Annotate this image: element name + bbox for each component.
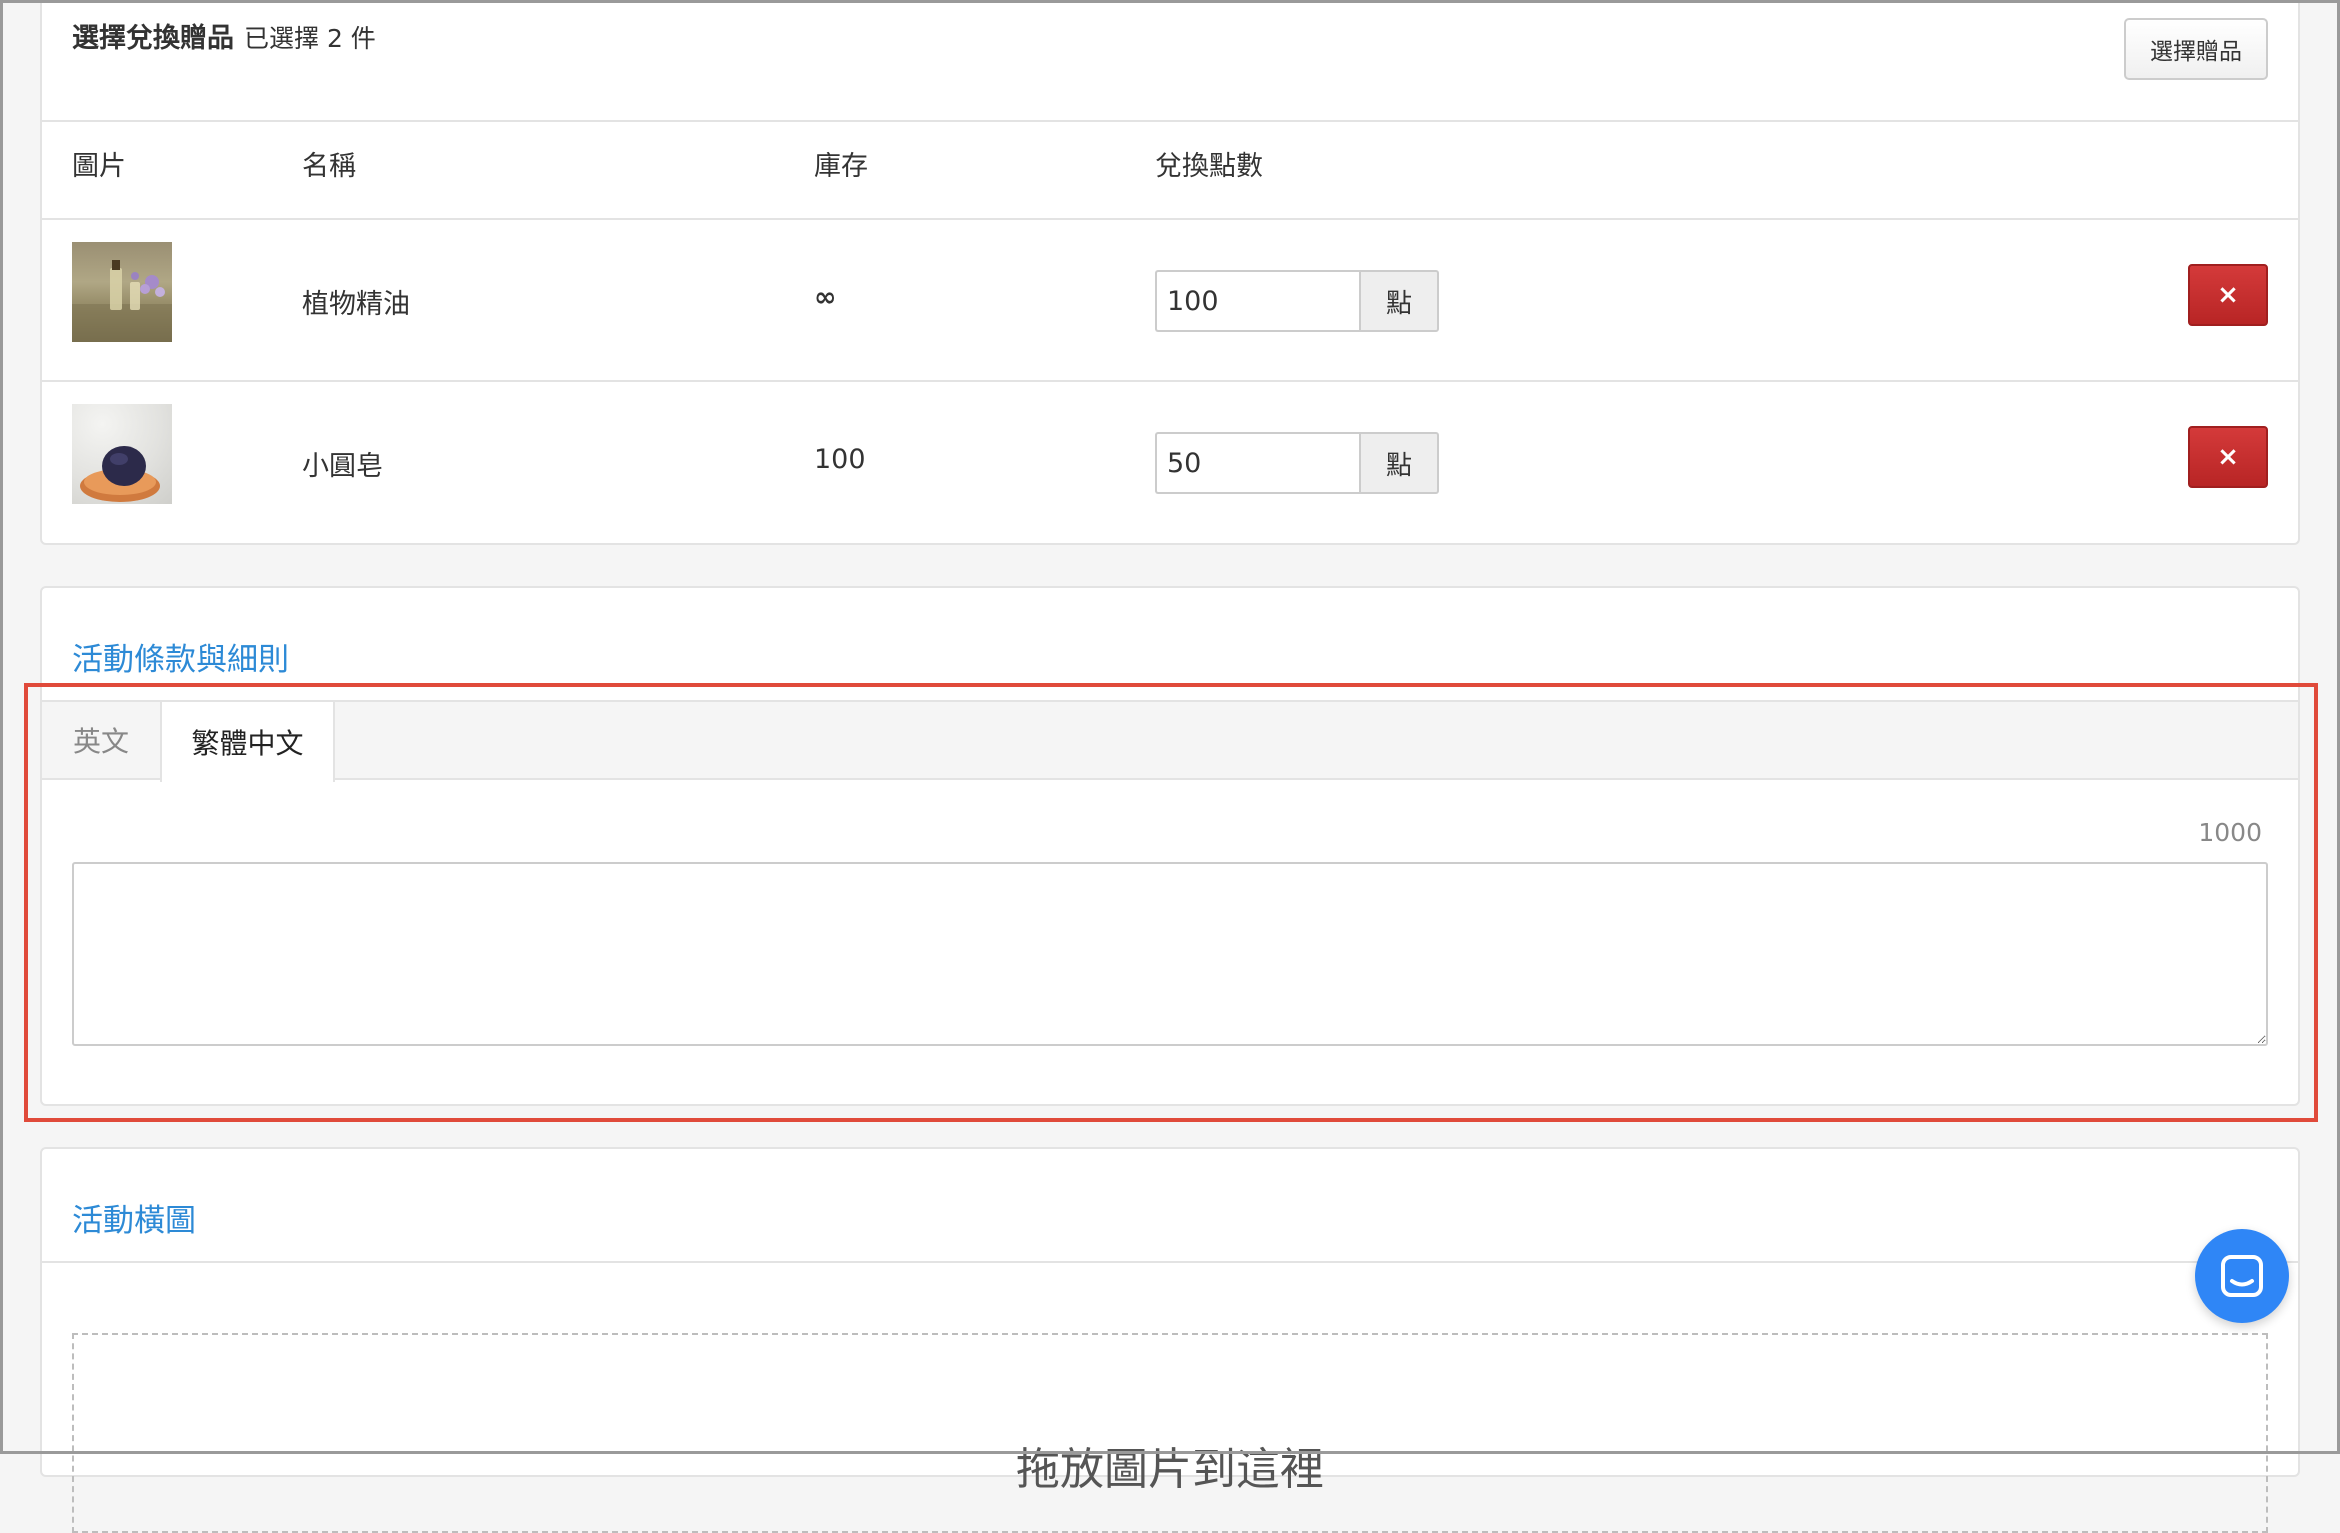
points-input[interactable] (1155, 432, 1359, 494)
table-row: 植物精油 ∞ 點 × (42, 220, 2298, 382)
banner-section-title: 活動橫圖 (72, 1203, 196, 1239)
banner-divider (42, 1261, 2298, 1263)
table-row: 小圓皂 100 點 × (42, 382, 2298, 544)
gift-panel-header: 選擇兌換贈品 已選擇 2 件 選擇贈品 (42, 0, 2298, 122)
selected-count: 已選擇 2 件 (244, 24, 376, 53)
banner-panel: 活動橫圖 拖放圖片到這裡 (40, 1147, 2300, 1533)
image-dropzone[interactable]: 拖放圖片到這裡 (72, 1333, 2268, 1533)
points-unit: 點 (1359, 270, 1439, 332)
product-name: 植物精油 (302, 289, 410, 320)
product-image (72, 404, 172, 504)
column-header-stock: 庫存 (814, 151, 868, 182)
column-header-image: 圖片 (72, 151, 126, 182)
terms-section-title: 活動條款與細則 (72, 642, 289, 678)
points-unit: 點 (1359, 432, 1439, 494)
product-stock: ∞ (814, 282, 837, 313)
chat-icon (2221, 1255, 2263, 1297)
chat-launcher-button[interactable] (2195, 1229, 2289, 1323)
product-image (72, 242, 172, 342)
choose-gifts-button[interactable]: 選擇贈品 (2124, 18, 2268, 80)
gift-table-header: 圖片 名稱 庫存 兌換點數 (42, 122, 2298, 220)
product-name: 小圓皂 (302, 451, 383, 482)
tab-traditional-chinese[interactable]: 繁體中文 (160, 700, 335, 782)
tab-english[interactable]: 英文 (42, 700, 160, 780)
gift-panel-title: 選擇兌換贈品 已選擇 2 件 (72, 16, 376, 55)
points-input[interactable] (1155, 270, 1359, 332)
gift-title-text: 選擇兌換贈品 (72, 23, 234, 54)
delete-gift-button[interactable]: × (2188, 426, 2268, 488)
language-tabs: 英文 繁體中文 (42, 700, 2298, 782)
delete-gift-button[interactable]: × (2188, 264, 2268, 326)
char-limit-counter: 1000 (2198, 818, 2262, 847)
column-header-points: 兌換點數 (1155, 151, 1263, 182)
gift-selection-panel: 選擇兌換贈品已選擇 2 件 選擇贈品 圖片 名稱 庫存 兌換點數 植物精油 ∞ (40, 0, 2300, 545)
close-icon: × (2217, 442, 2239, 472)
points-input-group: 點 (1155, 432, 1439, 494)
points-input-group: 點 (1155, 270, 1439, 332)
close-icon: × (2217, 280, 2239, 310)
terms-panel: 活動條款與細則 英文 繁體中文 1000 (40, 586, 2300, 1106)
dropzone-text: 拖放圖片到這裡 (1016, 1444, 1324, 1495)
product-stock: 100 (814, 444, 866, 475)
terms-textarea[interactable] (72, 862, 2268, 1046)
column-header-name: 名稱 (302, 151, 356, 182)
